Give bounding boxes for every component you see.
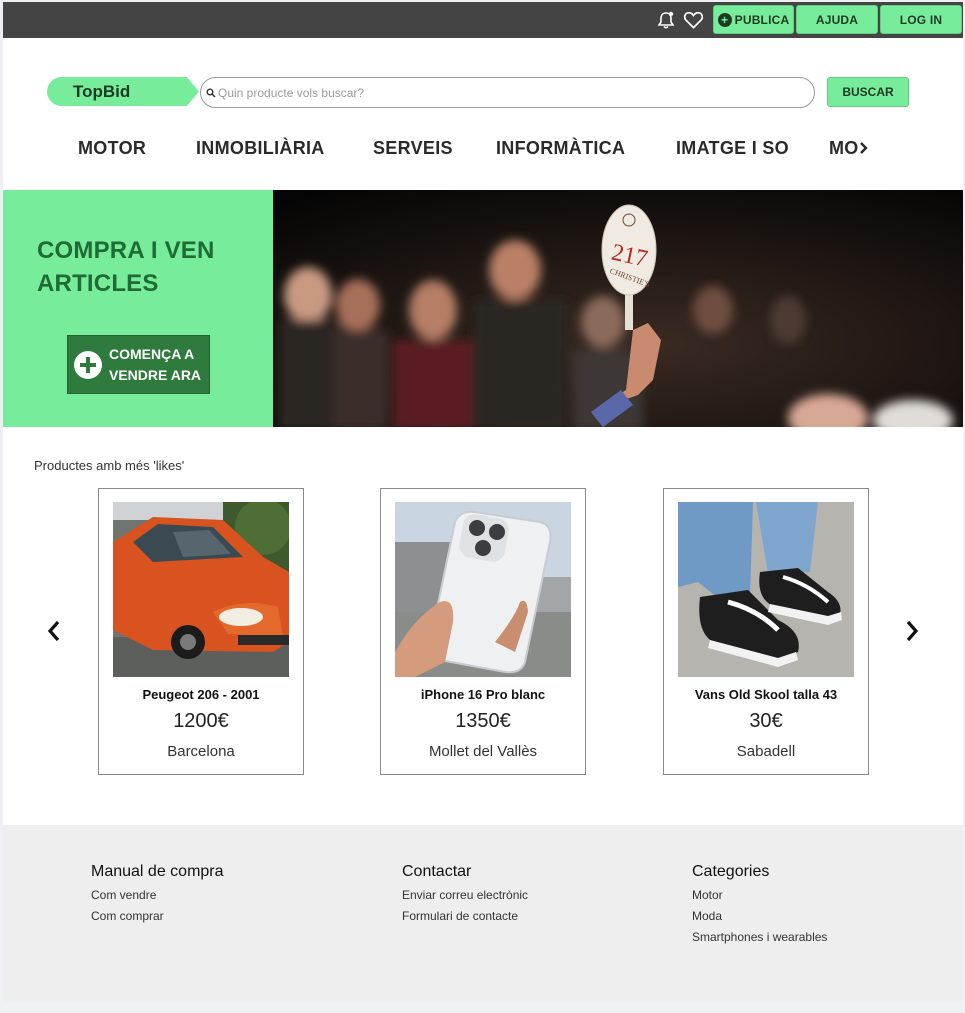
search-button-label: BUSCAR <box>842 85 894 99</box>
footer-link-smartphones[interactable]: Smartphones i wearables <box>692 930 827 944</box>
notifications-bell-icon[interactable] <box>655 9 677 31</box>
logo-text: TopBid <box>73 81 131 101</box>
page: + PUBLICA AJUDA LOG IN TopBid BUSCAR MOT… <box>3 2 963 1002</box>
search-box[interactable] <box>200 77 815 108</box>
nav-item-informatica[interactable]: INFORMÀTICA <box>496 138 625 159</box>
product-location: Sabadell <box>736 743 796 760</box>
carousel-next-arrow-icon[interactable] <box>900 619 924 643</box>
hero-panel: COMPRA I VEN ARTICLES COMENÇA A VENDRE A… <box>3 190 273 427</box>
footer-link-motor[interactable]: Motor <box>692 888 827 902</box>
chevron-right-icon <box>859 142 868 154</box>
product-title: Vans Old Skool talla 43 <box>694 687 838 702</box>
product-image-car <box>113 502 289 677</box>
product-card[interactable]: iPhone 16 Pro blanc 1350€ Mollet del Val… <box>380 488 586 775</box>
login-button-label: LOG IN <box>899 12 943 27</box>
section-title: Productes amb més 'likes' <box>34 458 185 473</box>
nav-item-inmobiliaria[interactable]: INMOBILIÀRIA <box>196 138 325 159</box>
start-selling-label: COMENÇA A VENDRE ARA <box>109 345 202 383</box>
carousel-prev-arrow-icon[interactable] <box>42 619 66 643</box>
product-location: Mollet del Vallès <box>428 743 538 760</box>
start-selling-button[interactable]: COMENÇA A VENDRE ARA <box>67 335 210 394</box>
plus-circle-icon <box>74 350 102 379</box>
product-title: iPhone 16 Pro blanc <box>420 687 546 702</box>
footer-column-contact: Contactar Enviar correu electrònic Formu… <box>402 863 528 930</box>
publish-button-label: PUBLICA <box>734 12 790 27</box>
footer-link-com-vendre[interactable]: Com vendre <box>91 888 224 902</box>
nav-item-more[interactable]: MO <box>829 138 869 159</box>
footer-column-categories: Categories Motor Moda Smartphones i wear… <box>692 863 827 951</box>
publish-button[interactable]: + PUBLICA <box>713 5 794 34</box>
product-card[interactable]: Vans Old Skool talla 43 30€ Sabadell <box>663 488 869 775</box>
footer: Manual de compra Com vendre Com comprar … <box>3 825 963 1002</box>
hero-banner: COMPRA I VEN ARTICLES COMENÇA A VENDRE A… <box>3 190 963 427</box>
footer-heading: Contactar <box>402 863 472 880</box>
top-bar: + PUBLICA AJUDA LOG IN <box>3 2 963 38</box>
logo[interactable]: TopBid <box>47 77 199 106</box>
product-image-sneakers <box>678 502 854 677</box>
plus-circle-icon: + <box>717 12 732 27</box>
nav-item-serveis[interactable]: SERVEIS <box>373 138 453 159</box>
product-price: 1200€ <box>173 710 229 732</box>
help-button-label: AJUDA <box>815 12 859 27</box>
footer-link-moda[interactable]: Moda <box>692 909 827 923</box>
footer-link-com-comprar[interactable]: Com comprar <box>91 909 224 923</box>
category-nav: MOTOR INMOBILIÀRIA SERVEIS INFORMÀTICA I… <box>3 132 963 164</box>
auction-photo: 217 CHRISTIE'S <box>273 190 963 427</box>
product-title: Peugeot 206 - 2001 <box>142 687 260 702</box>
footer-column-manual: Manual de compra Com vendre Com comprar <box>91 863 224 930</box>
hero-title: COMPRA I VEN ARTICLES <box>37 237 215 297</box>
nav-item-imatge-i-so[interactable]: IMATGE I SO <box>676 138 789 159</box>
footer-heading: Categories <box>692 863 770 880</box>
product-price: 30€ <box>749 710 783 732</box>
login-button[interactable]: LOG IN <box>880 5 962 34</box>
nav-item-more-label: MO <box>829 138 859 158</box>
search-button[interactable]: BUSCAR <box>827 77 909 107</box>
help-button[interactable]: AJUDA <box>796 5 878 34</box>
footer-heading: Manual de compra <box>91 863 224 880</box>
search-input[interactable] <box>218 85 778 100</box>
heart-icon[interactable] <box>682 9 704 31</box>
nav-item-motor[interactable]: MOTOR <box>78 138 146 159</box>
product-price: 1350€ <box>455 710 511 732</box>
footer-link-email[interactable]: Enviar correu electrònic <box>402 888 528 902</box>
product-card[interactable]: Peugeot 206 - 2001 1200€ Barcelona <box>98 488 304 775</box>
product-image-phone <box>395 502 571 677</box>
product-location: Barcelona <box>167 743 235 760</box>
footer-link-contact-form[interactable]: Formulari de contacte <box>402 909 528 923</box>
search-icon <box>206 88 216 98</box>
